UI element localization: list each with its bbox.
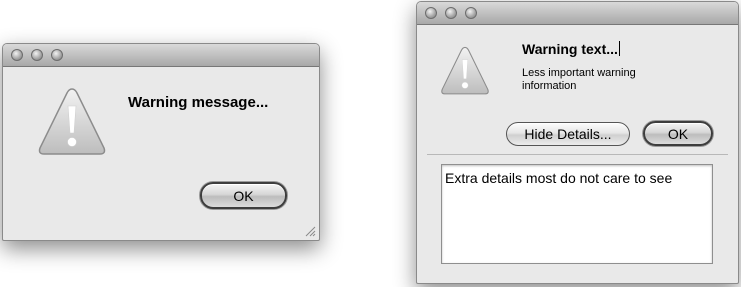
- separator: [427, 154, 728, 155]
- warning-icon: [38, 88, 106, 155]
- ok-button[interactable]: OK: [200, 182, 287, 209]
- zoom-button[interactable]: [465, 7, 477, 19]
- minimize-button[interactable]: [445, 7, 457, 19]
- warning-dialog-simple: Warning message... OK: [2, 43, 320, 241]
- details-text-area[interactable]: Extra details most do not care to see: [441, 164, 713, 264]
- informative-text: Less important warning information: [522, 67, 636, 92]
- warning-dialog-details: Warning text... Less important warning i…: [416, 1, 739, 284]
- text-caret: [618, 41, 620, 56]
- warning-message: Warning message...: [128, 94, 269, 111]
- titlebar[interactable]: [3, 44, 319, 67]
- ok-button[interactable]: OK: [643, 121, 713, 146]
- zoom-button[interactable]: [51, 49, 63, 61]
- close-button[interactable]: [425, 7, 437, 19]
- minimize-button[interactable]: [31, 49, 43, 61]
- warning-icon: [441, 46, 489, 95]
- warning-text-heading: Warning text...: [522, 41, 620, 57]
- close-button[interactable]: [11, 49, 23, 61]
- resize-grip-icon[interactable]: [304, 225, 316, 237]
- hide-details-button[interactable]: Hide Details...: [506, 122, 630, 146]
- titlebar[interactable]: [417, 2, 738, 25]
